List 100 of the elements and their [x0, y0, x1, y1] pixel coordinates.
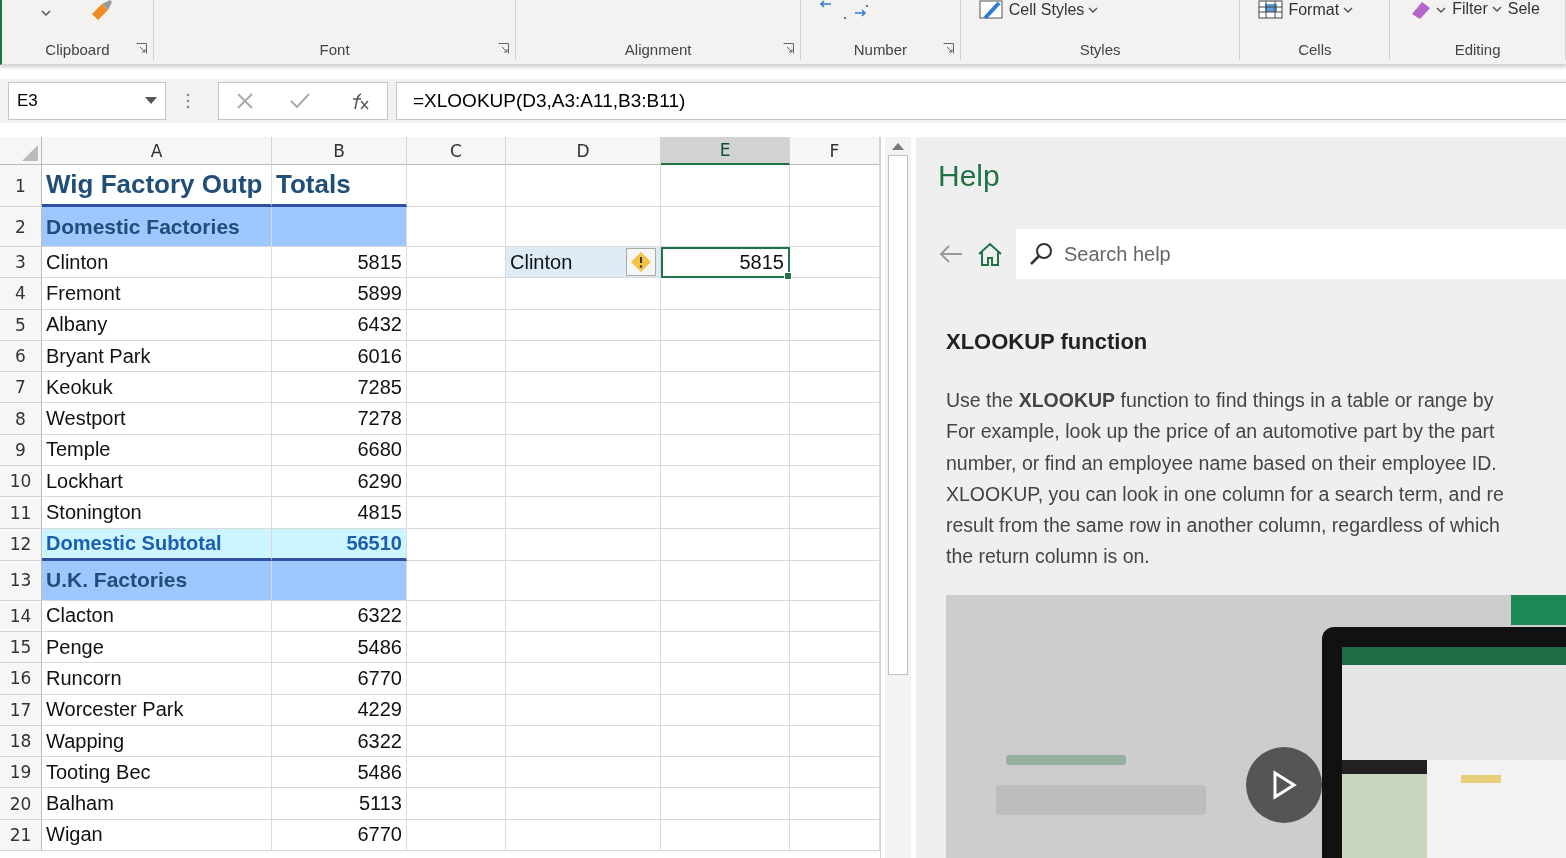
grid-cell[interactable] — [790, 165, 880, 207]
column-header[interactable]: B — [272, 137, 407, 165]
grid-cell[interactable]: 5486 — [272, 631, 407, 664]
row-header[interactable]: 1 — [0, 165, 42, 207]
grid-cell[interactable] — [661, 340, 790, 373]
grid-cell[interactable] — [661, 631, 790, 664]
selected-cell[interactable]: 5815 — [661, 247, 790, 279]
grid-cell[interactable] — [407, 434, 506, 467]
grid-cell[interactable] — [407, 207, 506, 247]
row-header[interactable]: 4 — [0, 278, 42, 310]
ribbon-button[interactable]: Format — [1258, 0, 1354, 20]
grid-cell[interactable] — [790, 663, 880, 695]
grid-cell[interactable] — [407, 372, 506, 404]
header-cell[interactable] — [272, 207, 407, 247]
grid-cell[interactable] — [506, 434, 661, 467]
grid-cell[interactable] — [790, 247, 880, 279]
grid-cell[interactable] — [661, 694, 790, 726]
grid-cell[interactable] — [506, 819, 661, 852]
grid-cell[interactable] — [661, 819, 790, 852]
grid-cell[interactable] — [661, 466, 790, 498]
warning-icon[interactable] — [626, 248, 656, 277]
grid-cell[interactable] — [407, 560, 506, 601]
header-cell[interactable]: Domestic Factories — [42, 207, 272, 247]
grid-cell[interactable] — [790, 466, 880, 498]
grid-cell[interactable]: Lockhart — [42, 466, 272, 498]
grid-cell[interactable] — [506, 340, 661, 373]
grid-cell[interactable] — [407, 340, 506, 373]
row-header[interactable]: 21 — [0, 819, 42, 852]
grid-cell[interactable] — [661, 372, 790, 404]
grid-cell[interactable] — [790, 528, 880, 561]
grid-cell[interactable] — [407, 309, 506, 341]
fill-handle[interactable] — [784, 272, 792, 281]
grid-cell[interactable]: Penge — [42, 631, 272, 664]
grid-cell[interactable] — [407, 528, 506, 561]
grid-cell[interactable]: Worcester Park — [42, 694, 272, 726]
grid-cell[interactable] — [506, 309, 661, 341]
column-header[interactable]: C — [407, 137, 506, 165]
grid-cell[interactable] — [407, 466, 506, 498]
cancel-icon[interactable] — [236, 92, 255, 110]
row-header[interactable]: 3 — [0, 247, 42, 279]
grid-cell[interactable]: Fremont — [42, 278, 272, 310]
column-header[interactable]: A — [42, 137, 272, 165]
grid-cell[interactable] — [661, 560, 790, 601]
grid-cell[interactable] — [407, 497, 506, 529]
row-header[interactable]: 9 — [0, 434, 42, 467]
grid-cell[interactable] — [506, 372, 661, 404]
grid-cell[interactable] — [506, 403, 661, 435]
ribbon-button[interactable]: Sele — [1507, 0, 1540, 18]
grid-cell[interactable]: 6770 — [272, 819, 407, 852]
scroll-up-icon[interactable] — [891, 141, 905, 151]
grid-cell[interactable] — [661, 788, 790, 820]
grid-cell[interactable] — [661, 600, 790, 632]
row-header[interactable]: 6 — [0, 340, 42, 373]
row-header[interactable]: 10 — [0, 466, 42, 498]
grid-cell[interactable] — [790, 819, 880, 852]
grid-cell[interactable] — [790, 434, 880, 467]
grid-cell[interactable]: 5113 — [272, 788, 407, 820]
grid-cell[interactable] — [407, 725, 506, 758]
grid-cell[interactable] — [790, 340, 880, 373]
name-box[interactable]: E3 — [8, 82, 166, 120]
grid-cell[interactable]: 6322 — [272, 725, 407, 758]
grid-cell[interactable]: Clacton — [42, 600, 272, 632]
grid-cell[interactable] — [407, 403, 506, 435]
column-header[interactable]: F — [790, 137, 880, 165]
formula-field[interactable]: =XLOOKUP(D3,A3:A11,B3:B11) — [396, 82, 1566, 120]
grid-cell[interactable]: 5486 — [272, 757, 407, 789]
grid-cell[interactable] — [661, 278, 790, 310]
grid-cell[interactable] — [407, 819, 506, 852]
grid-cell[interactable]: Tooting Bec — [42, 757, 272, 789]
grid-cell[interactable]: 6680 — [272, 434, 407, 467]
row-header[interactable]: 16 — [0, 663, 42, 695]
grid-cell[interactable] — [661, 207, 790, 247]
grid-cell[interactable] — [790, 757, 880, 789]
ribbon-button[interactable]: Cell Styles — [978, 0, 1099, 20]
grid-cell[interactable] — [506, 788, 661, 820]
dialog-launcher-icon[interactable] — [783, 43, 794, 54]
grid-cell[interactable] — [790, 725, 880, 758]
dialog-launcher-icon[interactable] — [135, 43, 147, 54]
dialog-launcher-icon[interactable] — [498, 43, 510, 54]
grid-cell[interactable]: Bryant Park — [42, 340, 272, 373]
grid-cell[interactable] — [407, 757, 506, 789]
grid-cell[interactable]: Keokuk — [42, 372, 272, 404]
grid-cell[interactable] — [790, 497, 880, 529]
row-header[interactable]: 17 — [0, 694, 42, 726]
grid-cell[interactable] — [790, 207, 880, 247]
row-header[interactable]: 15 — [0, 631, 42, 664]
grid-cell[interactable] — [661, 725, 790, 758]
row-header[interactable]: 13 — [0, 560, 42, 601]
grid-cell[interactable] — [506, 560, 661, 601]
grid-cell[interactable]: 6322 — [272, 600, 407, 632]
grid-cell[interactable] — [407, 165, 506, 207]
grid-cell[interactable]: 4815 — [272, 497, 407, 529]
grid-cell[interactable]: Temple — [42, 434, 272, 467]
row-header[interactable]: 20 — [0, 788, 42, 820]
grid-cell[interactable] — [661, 528, 790, 561]
row-header[interactable]: 2 — [0, 207, 42, 247]
grid-cell[interactable] — [407, 600, 506, 632]
grid-cell[interactable]: Albany — [42, 309, 272, 341]
grid-cell[interactable] — [407, 278, 506, 310]
header-cell[interactable]: U.K. Factories — [42, 560, 272, 601]
